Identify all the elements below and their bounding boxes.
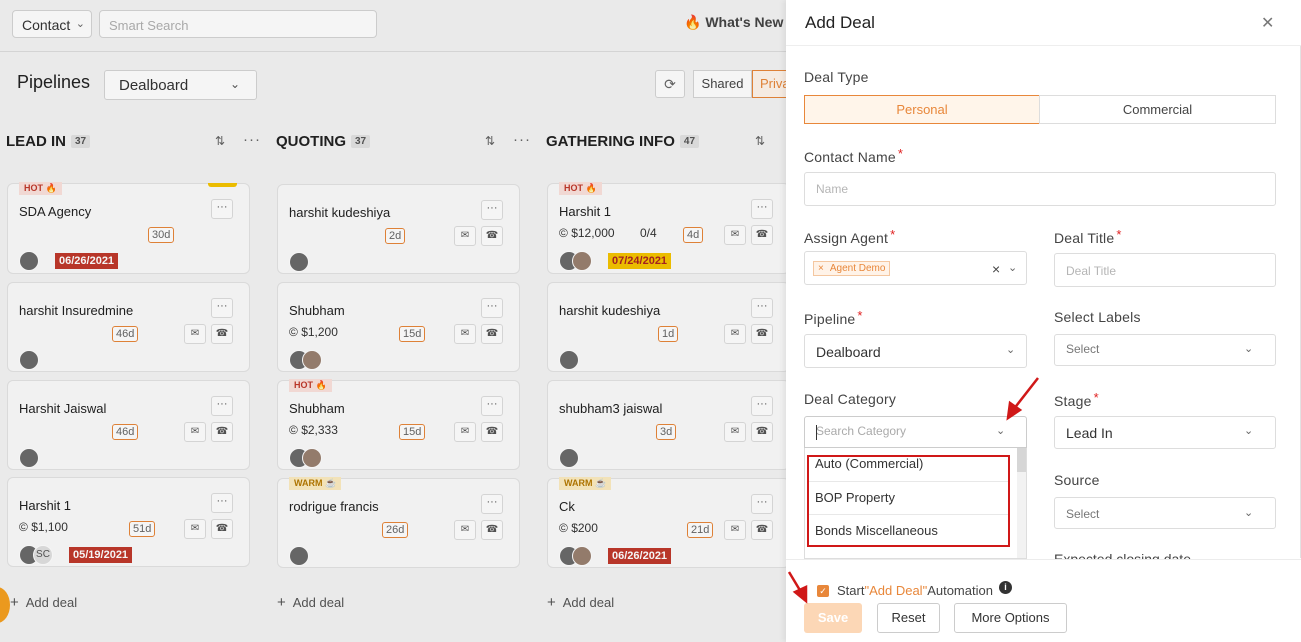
deal-title-placeholder: Deal Title <box>1066 264 1117 278</box>
source-label: Source <box>1054 472 1100 488</box>
select-labels-label: Select Labels <box>1054 309 1141 325</box>
stage-label: Stage * <box>1054 390 1099 409</box>
dropdown-scrollbar-thumb[interactable] <box>1017 448 1026 472</box>
stage-select[interactable]: Lead In ⌄ <box>1054 416 1276 449</box>
chevron-down-icon: ⌄ <box>1244 343 1254 355</box>
save-button[interactable]: Save <box>804 603 862 633</box>
chevron-down-icon: ⌄ <box>996 425 1006 437</box>
source-placeholder: Select <box>1066 507 1100 521</box>
source-select[interactable]: Select ⌄ <box>1054 497 1276 529</box>
deal-category-search-input[interactable]: Search Category ⌄ <box>804 416 1027 448</box>
chevron-down-icon: ⌄ <box>1006 344 1016 356</box>
remove-tag-icon[interactable]: × <box>818 263 824 274</box>
assign-agent-select[interactable]: × Agent Demo × ⌄ <box>804 251 1027 285</box>
drawer-backdrop[interactable] <box>0 0 786 642</box>
deal-title-label: Deal Title * <box>1054 227 1122 246</box>
category-placeholder: Search Category <box>816 424 907 438</box>
contact-name-input[interactable]: Name <box>804 172 1276 206</box>
contact-name-placeholder: Name <box>816 182 849 196</box>
labels-select[interactable]: Select ⌄ <box>1054 334 1276 366</box>
text-caret <box>816 425 817 440</box>
labels-placeholder: Select <box>1066 342 1100 356</box>
drawer-title: Add Deal <box>805 13 875 32</box>
stage-value: Lead In <box>1066 425 1113 441</box>
automation-label: Start"Add Deal"Automation <box>837 583 993 598</box>
automation-checkbox[interactable]: ✓ <box>817 585 829 597</box>
deal-category-label: Deal Category <box>804 391 897 407</box>
contact-name-label: Contact Name * <box>804 146 904 165</box>
assign-agent-label: Assign Agent * <box>804 227 896 246</box>
highlight-box <box>807 455 1010 547</box>
option-divider <box>809 481 1008 482</box>
clear-icon[interactable]: × <box>992 261 1000 277</box>
close-icon[interactable]: ✕ <box>1261 13 1274 33</box>
pipeline-select[interactable]: Dealboard ⌄ <box>804 334 1027 368</box>
drawer-footer: ✓ Start"Add Deal"Automation i Save Reset… <box>786 559 1301 642</box>
info-icon[interactable]: i <box>999 581 1012 594</box>
reset-button[interactable]: Reset <box>877 603 940 633</box>
expected-closing-date-label: Expected closing date <box>1054 551 1191 559</box>
deal-title-input[interactable]: Deal Title <box>1054 253 1276 287</box>
deal-type-commercial[interactable]: Commercial <box>1039 95 1276 124</box>
deal-type-label: Deal Type <box>804 69 869 85</box>
chevron-down-icon: ⌄ <box>1244 425 1254 437</box>
drawer-header: Add Deal ✕ <box>786 0 1301 46</box>
option-divider <box>809 514 1008 515</box>
add-deal-drawer: Add Deal ✕ Deal Type Personal Commercial… <box>786 0 1301 642</box>
more-options-button[interactable]: More Options <box>954 603 1067 633</box>
agent-tag[interactable]: × Agent Demo <box>813 261 891 276</box>
pipeline-value: Dealboard <box>816 344 881 360</box>
deal-type-personal[interactable]: Personal <box>804 95 1040 124</box>
pipeline-label: Pipeline * <box>804 308 863 327</box>
chevron-down-icon: ⌄ <box>1244 507 1254 519</box>
chevron-down-icon: ⌄ <box>1008 262 1018 274</box>
